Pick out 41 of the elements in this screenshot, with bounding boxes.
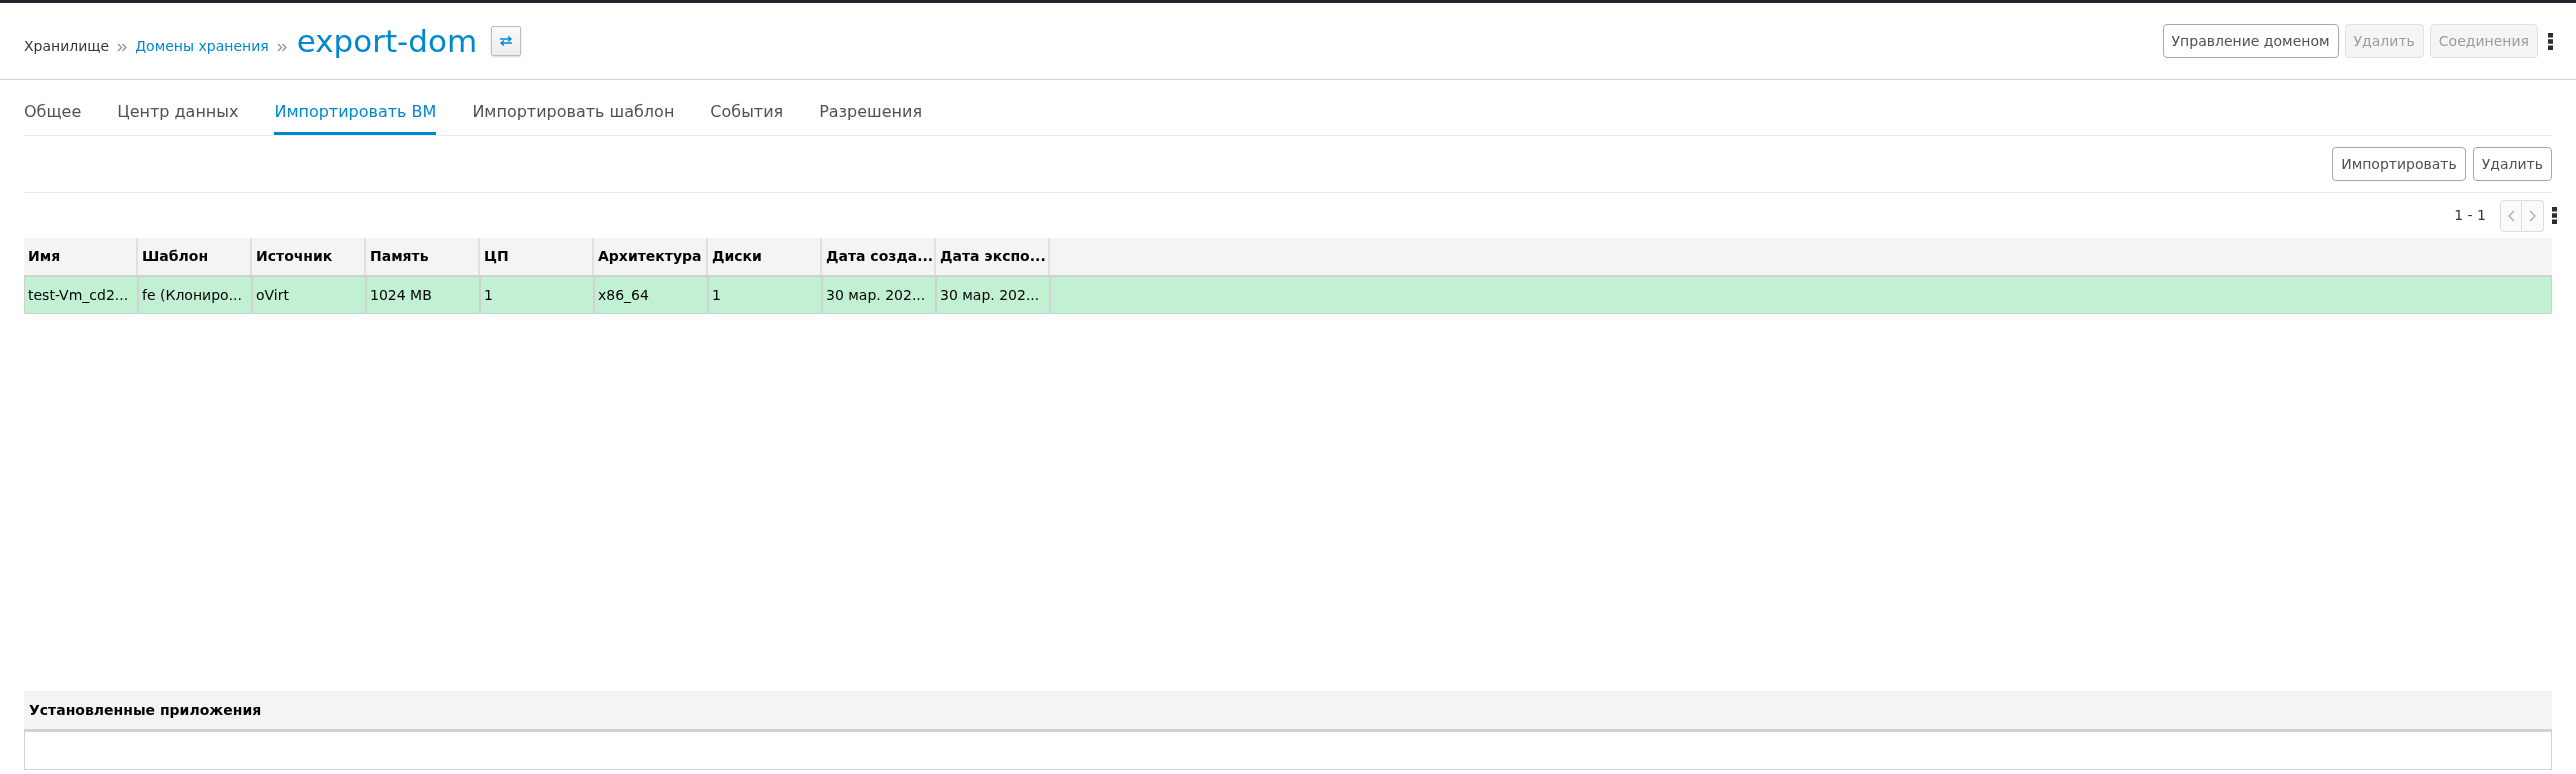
- tab[interactable]: Разрешения: [819, 80, 923, 135]
- kebab-menu-icon[interactable]: [2548, 32, 2553, 50]
- table-cell: 30 мар. 202...: [823, 277, 937, 313]
- page-title: export-dom: [296, 22, 478, 61]
- table-cell: 1: [709, 277, 823, 313]
- toolbar-button[interactable]: Удалить: [2472, 147, 2552, 181]
- chevron-right-icon: [2529, 209, 2536, 222]
- column-header[interactable]: Дата экспо...: [936, 238, 1050, 275]
- tab[interactable]: Импортировать шаблон: [472, 80, 675, 135]
- tab[interactable]: Центр данных: [117, 80, 239, 135]
- column-header[interactable]: Шаблон: [138, 238, 252, 275]
- breadcrumb-item: Хранилище: [24, 36, 110, 56]
- table-row[interactable]: test-Vm_cd2... fe (Клониро... oVirt 1024 MB 1 x86_64 1 30 мар. 202... 30 мар. 202...: [24, 277, 2552, 314]
- table-cell: 30 мар. 202...: [937, 277, 1051, 313]
- arrows-left-right-icon: [499, 36, 514, 46]
- table-cell: 1024 MB: [367, 277, 481, 313]
- toolbar-button[interactable]: Импортировать: [2332, 147, 2466, 181]
- tab[interactable]: События: [710, 80, 784, 135]
- kebab-menu-icon[interactable]: [2552, 207, 2557, 224]
- swap-button[interactable]: [491, 26, 522, 56]
- header-action-button[interactable]: Управление доменом: [2162, 24, 2339, 58]
- column-header[interactable]: Диски: [708, 238, 822, 275]
- pagination-range: 1 - 1: [2454, 206, 2486, 225]
- column-header[interactable]: Дата созда...: [822, 238, 936, 275]
- column-header[interactable]: Память: [366, 238, 480, 275]
- table-cell: 1: [481, 277, 595, 313]
- breadcrumb-separator-icon: [117, 42, 128, 52]
- breadcrumb-link[interactable]: Домены хранения: [135, 35, 269, 57]
- table-cell: test-Vm_cd2...: [25, 277, 139, 313]
- chevron-left-icon: [2507, 209, 2515, 222]
- table-cell: oVirt: [253, 277, 367, 313]
- column-header[interactable]: Имя: [24, 238, 138, 275]
- section-header: Установленные приложения: [24, 691, 2552, 732]
- table-cell: x86_64: [595, 277, 709, 313]
- tab[interactable]: Общее: [24, 80, 82, 135]
- column-header[interactable]: ЦП: [480, 238, 594, 275]
- table-cell: fe (Клониро...: [139, 277, 253, 313]
- tab[interactable]: Импортировать ВМ: [274, 80, 437, 135]
- column-header[interactable]: Архитектура: [594, 238, 708, 275]
- breadcrumb-separator-icon: [276, 42, 287, 52]
- column-header[interactable]: Источник: [252, 238, 366, 275]
